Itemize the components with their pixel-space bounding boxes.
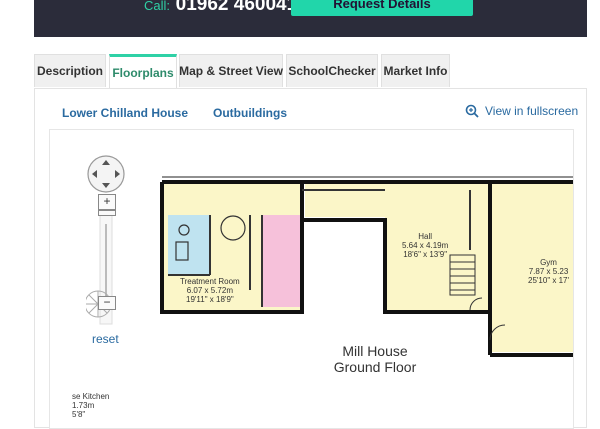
hall-name: Hall — [418, 232, 433, 241]
bathroom-area — [168, 215, 210, 275]
floorplan-tab-lower-chilland-house[interactable]: Lower Chilland House — [62, 106, 188, 120]
tab-description[interactable]: Description — [34, 54, 106, 87]
view-fullscreen-link[interactable]: View in fullscreen — [465, 104, 578, 118]
floorplan-drawing — [160, 176, 573, 357]
tab-floorplans[interactable]: Floorplans — [109, 54, 177, 89]
zoom-slider[interactable] — [86, 194, 126, 344]
treatment-room-dim-metric: 6.07 x 5.72m — [186, 286, 233, 295]
zoom-slider-top-cap — [98, 210, 116, 216]
kitchen-dim-metric: 1.73m — [72, 401, 95, 410]
phone-number[interactable]: 01962 460041 — [176, 0, 298, 15]
floorplan-title: Mill House Ground Floor — [315, 343, 435, 375]
treatment-room-name: Treatment Room — [180, 277, 240, 286]
floorplan-tab-outbuildings[interactable]: Outbuildings — [213, 106, 287, 120]
request-details-button[interactable]: Request Details — [291, 0, 473, 16]
pan-control-icon[interactable] — [86, 154, 126, 194]
pink-area — [262, 215, 302, 307]
gym-name: Gym — [540, 258, 557, 267]
tab-map-street-view[interactable]: Map & Street View — [179, 54, 283, 87]
floorplan-viewer[interactable]: Treatment Room 6.07 x 5.72m 19'11" x 18'… — [49, 129, 574, 429]
zoom-out-button[interactable]: − — [98, 296, 116, 310]
treatment-room-label: Treatment Room 6.07 x 5.72m 19'11" x 18'… — [180, 277, 240, 304]
zoom-magnifier-icon — [465, 104, 479, 118]
floorplan-title-building: Mill House — [342, 343, 408, 359]
view-fullscreen-label: View in fullscreen — [485, 104, 579, 118]
tab-schoolchecker[interactable]: SchoolChecker — [286, 54, 378, 87]
tab-market-info[interactable]: Market Info — [381, 54, 450, 87]
reset-link[interactable]: reset — [92, 332, 119, 346]
gym-label: Gym 7.87 x 5.23 25'10" x 17' — [528, 258, 569, 285]
kitchen-label: se Kitchen 1.73m 5'8" — [72, 392, 109, 419]
gym-dim-imperial: 25'10" x 17' — [528, 276, 570, 285]
hall-dim-metric: 5.64 x 4.19m — [402, 241, 449, 250]
hall-label: Hall 5.64 x 4.19m 18'6" x 13'9" — [402, 232, 448, 259]
gym-dim-metric: 7.87 x 5.23 — [528, 267, 569, 276]
call-text: Call: 01962 460041 — [144, 0, 297, 16]
corridor-area — [305, 182, 385, 217]
treatment-room-dim-imperial: 19'11" x 18'9" — [186, 295, 234, 304]
zoom-in-button[interactable]: + — [98, 194, 116, 210]
top-bar: Call: 01962 460041 Request Details — [34, 0, 587, 37]
kitchen-name: se Kitchen — [72, 392, 110, 401]
call-label: Call: — [144, 0, 171, 13]
kitchen-dim-imperial: 5'8" — [72, 410, 86, 419]
map-controls: + − — [86, 154, 126, 325]
hall-dim-imperial: 18'6" x 13'9" — [403, 250, 448, 259]
floorplan-title-floor: Ground Floor — [333, 359, 417, 375]
floorplans-panel: Lower Chilland House Outbuildings View i… — [34, 88, 587, 429]
